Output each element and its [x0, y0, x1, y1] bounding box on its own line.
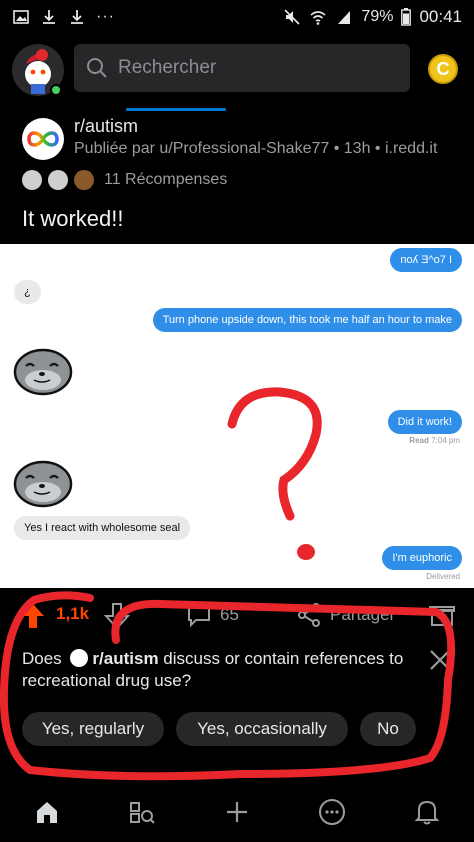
poll-option-yes-occasionally[interactable]: Yes, occasionally [176, 712, 348, 746]
coin-button[interactable]: C [428, 54, 458, 84]
read-receipt: Read 7:04 pm [409, 436, 460, 445]
search-icon [87, 58, 107, 78]
subreddit-icon[interactable] [22, 118, 64, 160]
share-label[interactable]: Partager [330, 605, 395, 625]
close-icon[interactable] [428, 648, 452, 672]
nav-chat[interactable] [312, 792, 352, 832]
bell-icon [414, 800, 439, 825]
infinity-icon [70, 649, 89, 667]
poll-question-pre: Does [22, 649, 62, 668]
message-bubble: Did it work! [387, 410, 462, 434]
online-status-dot [50, 84, 62, 96]
message-bubble: Turn phone upside down, this took me hal… [152, 308, 462, 332]
awards-count: 11 Récompenses [104, 171, 228, 188]
infinity-icon [27, 131, 59, 147]
nav-home[interactable] [27, 792, 67, 832]
post-action-bar: 1,1k 65 Partager [0, 596, 474, 636]
clock: 00:41 [419, 7, 462, 26]
post-image[interactable]: noʎ Ǝ^o7 I ¿ Turn phone upside down, thi… [0, 244, 474, 588]
poll-option-yes-regularly[interactable]: Yes, regularly [22, 712, 164, 746]
question-mark-drawing [227, 387, 322, 560]
nav-notifications[interactable] [407, 792, 447, 832]
message-bubble: Yes I react with wholesome seal [14, 516, 191, 540]
discover-icon [130, 802, 155, 824]
wifi-icon [310, 11, 326, 25]
mute-icon [284, 9, 300, 25]
poll-option-no[interactable]: No [360, 712, 416, 746]
message-bubble: noʎ Ǝ^o7 I [390, 248, 462, 272]
download-icon [43, 10, 55, 24]
subreddit-name[interactable]: r/autism [74, 116, 138, 137]
home-icon [37, 802, 58, 823]
gift-icon[interactable] [428, 600, 456, 628]
search-input[interactable]: Rechercher [74, 44, 410, 92]
post-header: r/autism Publiée par u/Professional-Shak… [0, 112, 474, 244]
chat-icon [318, 799, 345, 825]
award-icon [74, 170, 94, 190]
nav-create-post[interactable] [217, 792, 257, 832]
upvote-icon[interactable] [20, 602, 46, 630]
post-byline: Publiée par u/Professional-Shake77 • 13h… [74, 140, 438, 157]
search-placeholder: Rechercher [118, 57, 217, 78]
award-icon [22, 170, 42, 190]
battery-icon [401, 8, 412, 26]
community-poll: Does r/autism discuss or contain referen… [0, 640, 474, 760]
share-icon[interactable] [296, 602, 322, 628]
seal-emoji-icon [13, 460, 73, 508]
bottom-navigation [0, 782, 474, 842]
signal-icon [338, 11, 351, 24]
poll-question-subreddit: r/autism [92, 649, 159, 668]
tab-indicator [126, 108, 226, 111]
message-bubble: I'm euphoric [382, 546, 462, 570]
more-icon: ··· [96, 8, 115, 25]
read-time: 7:04 pm [431, 436, 460, 445]
download-icon [71, 10, 83, 24]
status-bar: ··· 79% 00:41 [0, 0, 474, 34]
image-icon [13, 10, 29, 24]
app-header: Rechercher C [0, 34, 474, 111]
seal-emoji-icon [13, 348, 73, 396]
award-icon [48, 170, 68, 190]
downvote-icon[interactable] [104, 602, 130, 630]
read-label: Read [409, 436, 429, 445]
delivered-receipt: Delivered [426, 572, 460, 581]
comment-icon[interactable] [186, 602, 212, 628]
battery-percent: 79% [361, 8, 394, 25]
vote-score: 1,1k [56, 604, 90, 623]
plus-icon [226, 802, 247, 822]
poll-question: Does r/autism discuss or contain referen… [22, 648, 422, 692]
message-bubble: ¿ [14, 280, 41, 304]
awards-row[interactable]: 11 Récompenses [22, 170, 227, 190]
post-title: It worked!! [22, 206, 124, 231]
comment-count[interactable]: 65 [220, 605, 239, 625]
nav-discover[interactable] [122, 792, 162, 832]
